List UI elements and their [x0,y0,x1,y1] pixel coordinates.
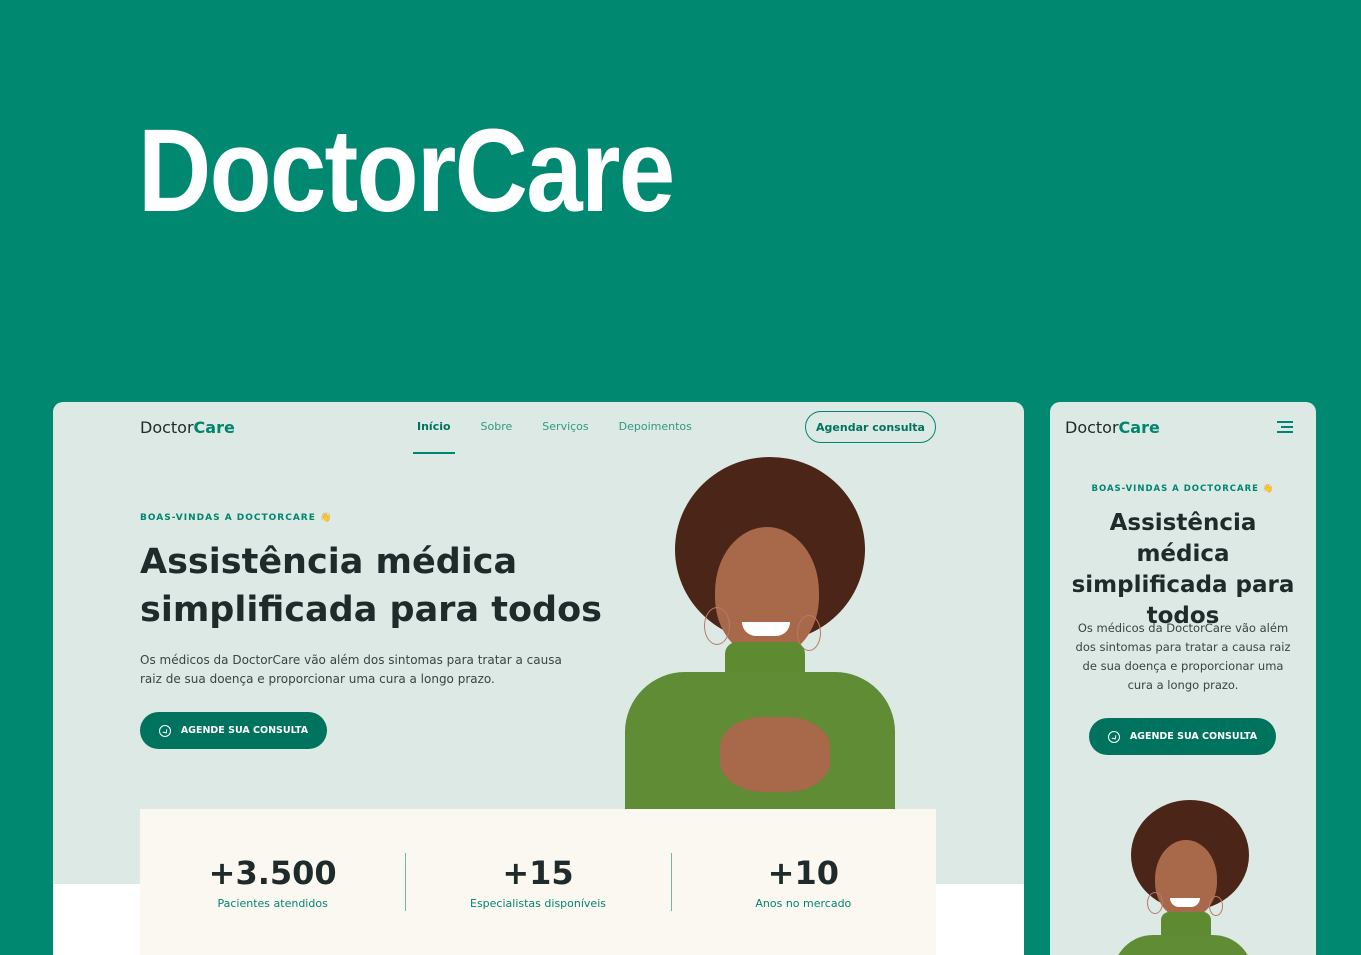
schedule-appointment-button[interactable]: Agendar consulta [805,411,936,443]
stat-label: Especialistas disponíveis [470,897,606,910]
hero-image-smile [742,622,790,636]
main-nav: Início Sobre Serviços Depoimentos [413,420,696,454]
book-consultation-label: AGENDE SUA CONSULTA [180,725,309,736]
nav-item-servicos[interactable]: Serviços [538,420,592,433]
hero-image-body [1113,935,1253,955]
logo[interactable]: DoctorCare [140,418,235,437]
stat-item: +15 Especialistas disponíveis [405,853,670,955]
nav-item-sobre[interactable]: Sobre [477,420,517,433]
whatsapp-icon [158,724,171,737]
hero-image [625,457,895,812]
hero-eyebrow: BOAS-VINDAS A DOCTORCARE 👋 [1091,484,1275,494]
hero-image-earring [1209,896,1223,916]
stat-item: +10 Anos no mercado [670,853,936,955]
stats-panel: +3.500 Pacientes atendidos +15 Especiali… [140,809,936,955]
hero-image-hands [720,717,830,792]
hero-image [1113,800,1253,955]
hero-headline: Assistência médica simplificada para tod… [140,542,602,630]
hero-lead: Os médicos da DoctorCare vão além dos si… [140,653,562,686]
book-consultation-label: AGENDE SUA CONSULTA [1129,731,1258,742]
nav-item-inicio[interactable]: Início [413,420,455,454]
book-consultation-button[interactable]: AGENDE SUA CONSULTA [1089,718,1276,755]
hero-image-earring [704,607,730,645]
hero-lead: Os médicos da DoctorCare vão além dos si… [1075,621,1291,692]
stat-label: Pacientes atendidos [217,897,328,910]
stat-value: +10 [767,854,839,892]
hero-eyebrow: BOAS-VINDAS A DOCTORCARE 👋 [140,513,333,523]
mobile-mockup: DoctorCare BOAS-VINDAS A DOCTORCARE 👋 As… [1050,402,1316,955]
desktop-mockup: DoctorCare Início Sobre Serviços Depoime… [53,402,1024,955]
logo[interactable]: DoctorCare [1065,418,1160,437]
stat-item: +3.500 Pacientes atendidos [140,853,405,955]
stat-value: +15 [502,854,574,892]
nav-item-depoimentos[interactable]: Depoimentos [615,420,696,433]
stat-label: Anos no mercado [755,897,852,910]
hero-headline: Assistência médica simplificada para tod… [1071,510,1295,629]
book-consultation-button[interactable]: AGENDE SUA CONSULTA [140,712,327,749]
hamburger-menu-icon[interactable] [1277,421,1293,433]
showcase-title: DoctorCare [138,105,675,237]
hero-image-earring [1147,892,1163,914]
stat-value: +3.500 [208,854,337,892]
whatsapp-icon [1107,730,1120,743]
hero-image-smile [1170,898,1200,907]
